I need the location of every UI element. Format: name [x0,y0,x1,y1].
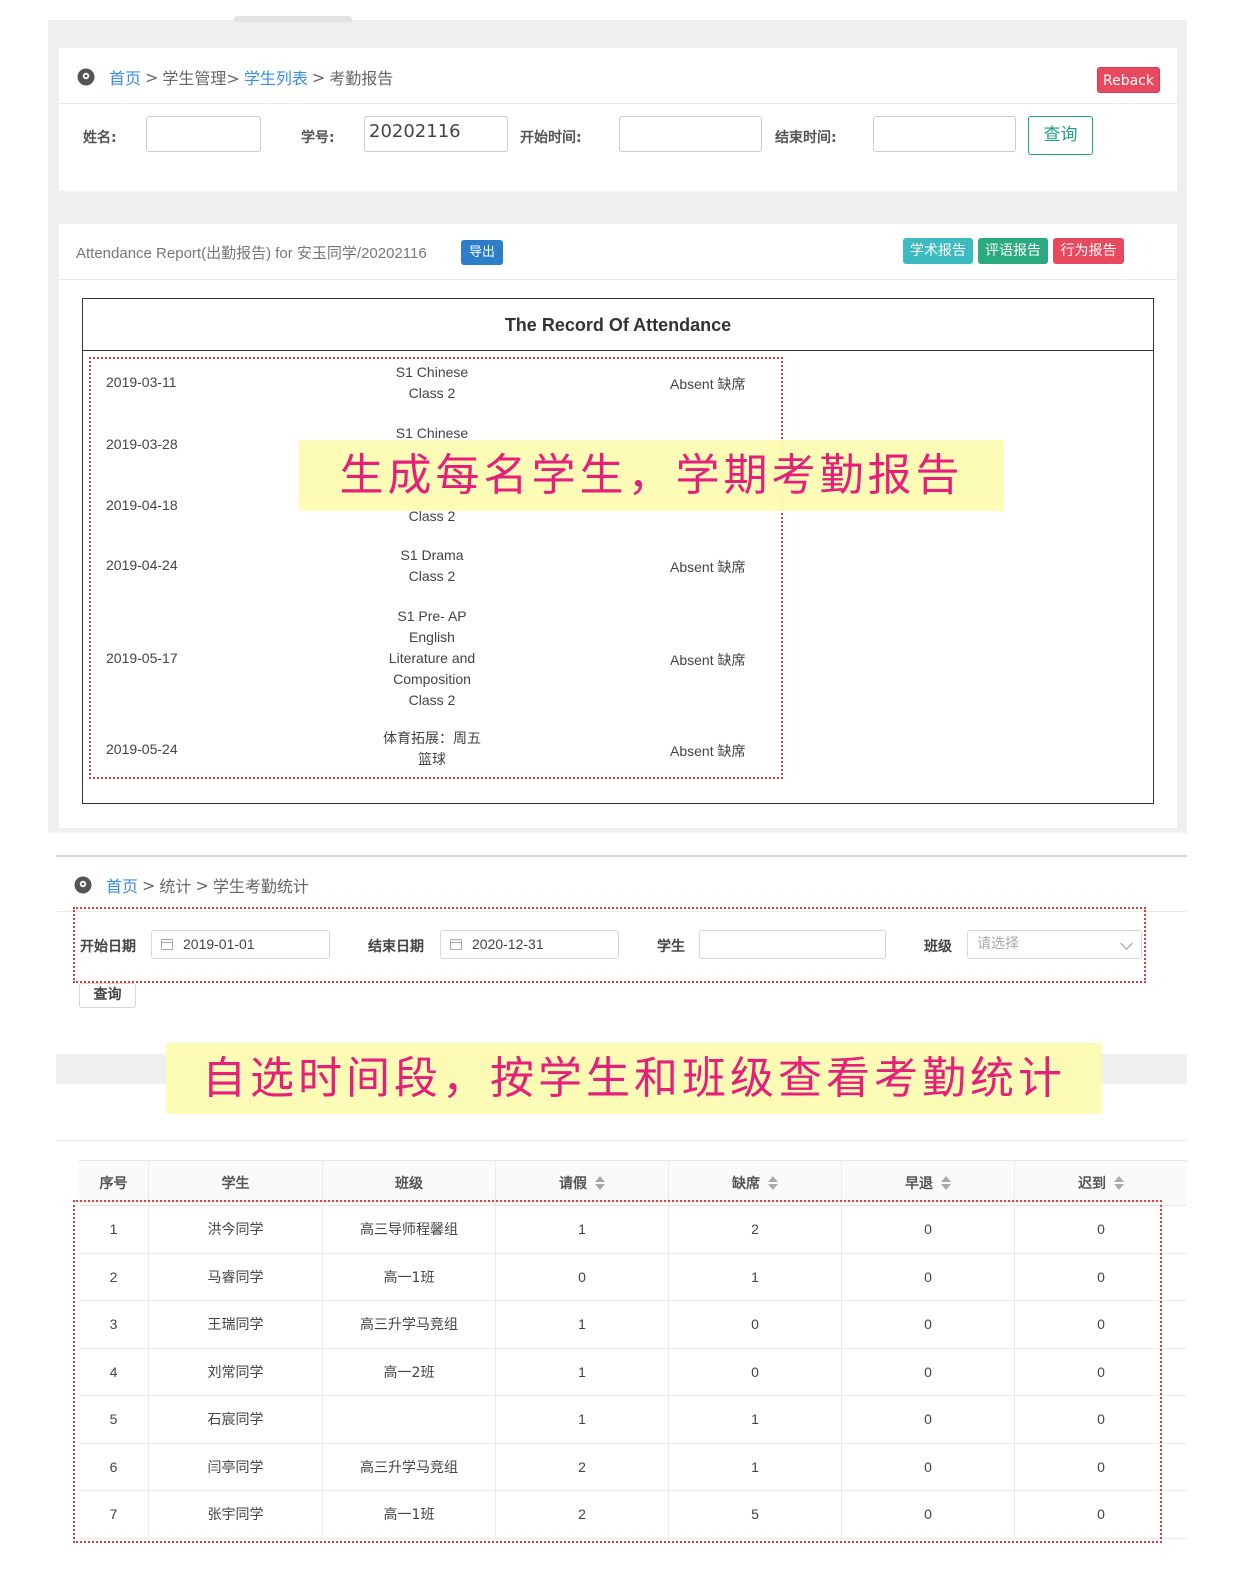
report-title: Attendance Report(出勤报告) for 安玉同学/2020211… [76,245,427,262]
header-student: 学生 [149,1161,323,1205]
header-index: 序号 [79,1161,149,1205]
end-time-input[interactable] [873,116,1016,152]
breadcrumb-separator: > [195,875,209,895]
academic-report-button[interactable]: 学术报告 [903,238,973,264]
breadcrumb: 首页 > 统计 > 学生考勤统计 [74,873,309,897]
breadcrumb-current: 学生考勤统计 [212,877,309,896]
end-time-label: 结束时间: [775,130,837,146]
location-pin-icon [74,876,92,894]
sort-icon[interactable] [1114,1176,1124,1190]
breadcrumb-student-list[interactable]: 学生列表 [244,65,308,89]
location-pin-icon [77,68,95,86]
records-highlight-box [89,357,783,779]
header-class: 班级 [323,1161,496,1205]
comment-report-button[interactable]: 评语报告 [978,238,1048,264]
feature-banner-report: 生成每名学生，学期考勤报告 [299,440,1004,511]
breadcrumb-home[interactable]: 首页 [106,873,138,897]
student-id-input[interactable]: 20202116 [364,116,508,152]
breadcrumb-home[interactable]: 首页 [109,65,141,89]
sort-icon[interactable] [941,1176,951,1190]
top-tab-edge [234,16,352,22]
student-id-label: 学号: [301,130,335,146]
bottom-panel-top-border [56,855,1187,857]
sort-icon[interactable] [768,1176,778,1190]
breadcrumb-separator: > [142,875,156,895]
start-time-input[interactable] [619,116,762,152]
query-button[interactable]: 查询 [1028,116,1093,155]
record-title: The Record Of Attendance [83,299,1153,351]
export-button[interactable]: 导出 [461,240,503,265]
breadcrumb-separator: > [311,67,326,87]
table-highlight-box [73,1200,1162,1543]
feature-banner-stats: 自选时间段，按学生和班级查看考勤统计 [166,1043,1102,1114]
divider [56,1140,1187,1141]
behavior-report-button[interactable]: 行为报告 [1053,238,1124,264]
filters-highlight-box [73,907,1146,983]
breadcrumb-separator: > [145,67,159,87]
start-time-label: 开始时间: [520,130,582,146]
name-label: 姓名: [83,130,117,146]
header-late[interactable]: 迟到 [1015,1161,1187,1205]
header-absent[interactable]: 缺席 [669,1161,842,1205]
name-input[interactable] [146,116,261,152]
header-leave[interactable]: 请假 [496,1161,669,1205]
sort-icon[interactable] [595,1176,605,1190]
breadcrumb-current: 考勤报告 [329,69,394,88]
divider [59,279,1177,280]
query-button[interactable]: 查询 [79,983,136,1008]
header-early-leave[interactable]: 早退 [842,1161,1015,1205]
breadcrumb-student-mgmt: 学生管理> [162,69,240,88]
divider [59,103,1177,104]
reback-button[interactable]: Reback [1097,67,1160,93]
breadcrumb: 首页 > 学生管理> 学生列表 > 考勤报告 [77,65,393,89]
breadcrumb-stats: 统计 [159,877,192,896]
